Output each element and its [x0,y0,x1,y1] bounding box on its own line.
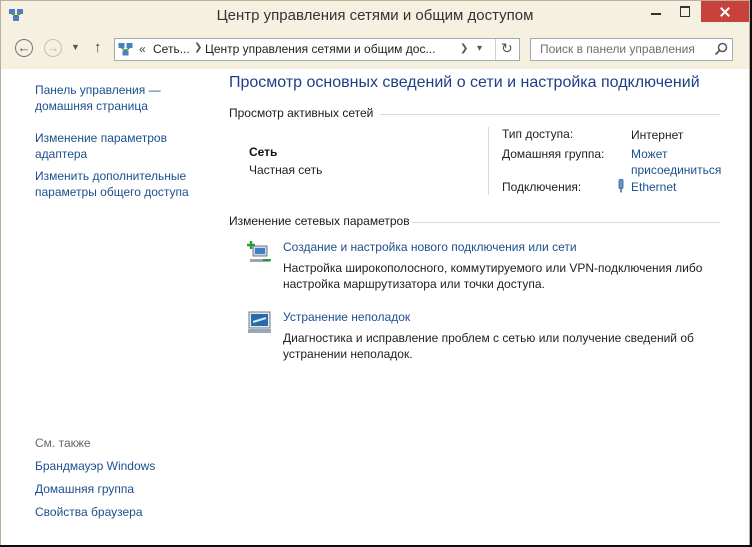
content-area: Панель управления — домашняя страница Из… [1,69,749,546]
page-title: Просмотр основных сведений о сети и наст… [229,74,700,91]
breadcrumb-network[interactable]: Сеть... [153,42,190,56]
sidebar-link-control-panel-home[interactable]: Панель управления — домашняя страница [35,82,205,114]
breadcrumb-separator-icon[interactable]: ❯ [460,43,468,54]
section-divider [380,114,720,115]
new-connection-link[interactable]: Создание и настройка нового подключения … [283,240,577,254]
sidebar-link-browser-properties[interactable]: Свойства браузера [35,504,205,520]
sidebar-link-firewall[interactable]: Брандмауэр Windows [35,458,205,474]
navigation-bar: ← → ▼ ↑ « Сеть... ❯ Центр управления сет… [1,31,749,69]
sidebar-link-adapter-settings[interactable]: Изменение параметров адаптера [35,130,205,162]
search-icon[interactable] [714,42,728,56]
forward-button[interactable]: → [44,39,62,57]
breadcrumb-overflow[interactable]: « [139,42,146,56]
troubleshoot-description: Диагностика и исправление проблем с сеть… [283,331,694,361]
back-button[interactable]: ← [15,39,33,57]
minimize-button[interactable] [642,1,670,22]
homegroup-join-link[interactable]: Может присоединиться [631,146,731,178]
new-connection-description: Настройка широкополосного, коммутируемог… [283,261,703,291]
homegroup-label: Домашняя группа: [502,147,605,161]
active-networks-heading: Просмотр активных сетей [229,106,374,120]
window-title: Центр управления сетями и общим доступом [216,7,534,24]
up-arrow-button[interactable]: ↑ [94,39,102,56]
breadcrumb-separator-icon[interactable]: ❯ [194,42,202,53]
troubleshoot-link[interactable]: Устранение неполадок [283,310,410,324]
new-connection-icon [247,241,271,262]
ethernet-connection-link[interactable]: Ethernet [631,180,676,194]
access-type-label: Тип доступа: [502,127,574,141]
access-type-value: Интернет [631,128,684,142]
ethernet-icon[interactable] [616,179,626,193]
section-divider [412,222,720,223]
network-folder-icon [118,43,133,56]
search-box[interactable] [530,38,733,61]
search-input[interactable] [540,42,710,56]
troubleshoot-icon [248,311,271,333]
window: Центр управления сетями и общим доступом… [0,0,750,546]
address-dropdown-chevron-icon[interactable]: ▾ [477,43,482,54]
address-divider [495,39,496,60]
recent-locations-chevron-icon[interactable]: ▼ [71,42,80,52]
close-button[interactable] [701,1,749,22]
main-panel: Просмотр основных сведений о сети и наст… [214,69,749,546]
network-info-divider [488,127,489,195]
breadcrumb-network-center[interactable]: Центр управления сетями и общим дос... [205,42,435,56]
sidebar-link-homegroup[interactable]: Домашняя группа [35,481,205,497]
network-type[interactable]: Частная сеть [249,163,322,177]
refresh-icon[interactable]: ↻ [501,40,513,57]
title-bar: Центр управления сетями и общим доступом [1,1,749,31]
address-bar[interactable]: « Сеть... ❯ Центр управления сетями и об… [114,38,520,61]
sidebar-link-advanced-sharing[interactable]: Изменить дополнительные параметры общего… [35,168,205,200]
network-name: Сеть [249,145,278,159]
change-settings-heading: Изменение сетевых параметров [229,214,410,228]
see-also-heading: См. также [35,436,91,450]
maximize-button[interactable] [672,1,699,22]
sidebar: Панель управления — домашняя страница Из… [1,69,214,546]
connections-label: Подключения: [502,180,582,194]
